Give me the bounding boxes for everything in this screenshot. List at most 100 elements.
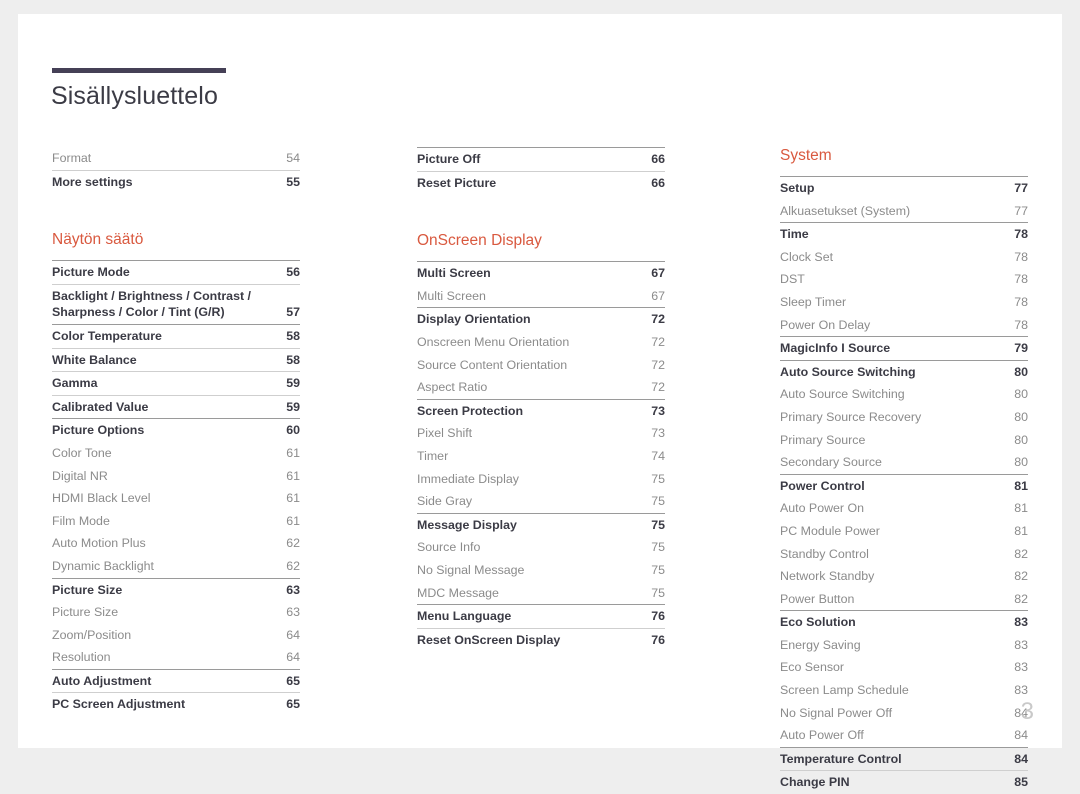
toc-entry-sub[interactable]: Primary Source Recovery 80 bbox=[780, 406, 1028, 429]
toc-entry-page: 85 bbox=[1014, 775, 1028, 790]
toc-entry-sub[interactable]: Auto Motion Plus 62 bbox=[52, 532, 300, 555]
toc-entry-main[interactable]: Time 78 bbox=[780, 223, 1028, 246]
toc-entry-sub[interactable]: Multi Screen 67 bbox=[417, 285, 665, 308]
toc-entry-label: Message Display bbox=[417, 517, 517, 532]
toc-entry-sub[interactable]: Alkuasetukset (System) 77 bbox=[780, 200, 1028, 223]
toc-entry-label: Screen Protection bbox=[417, 403, 524, 418]
toc-entry-sub[interactable]: Clock Set 78 bbox=[780, 246, 1028, 269]
toc-entry-sub[interactable]: No Signal Message 75 bbox=[417, 559, 665, 582]
toc-entry-page: 63 bbox=[286, 582, 300, 597]
toc-entry-label: Change PIN bbox=[780, 775, 850, 790]
toc-group: Backlight / Brightness / Contrast / Shar… bbox=[52, 283, 300, 324]
toc-entry-sub[interactable]: Network Standby 82 bbox=[780, 565, 1028, 588]
toc-entry-sub[interactable]: Power On Delay 78 bbox=[780, 314, 1028, 337]
toc-entry-main[interactable]: White Balance 58 bbox=[52, 349, 300, 372]
toc-entry-sub[interactable]: Immediate Display 75 bbox=[417, 468, 665, 491]
toc-entry-main[interactable]: Temperature Control 84 bbox=[780, 748, 1028, 771]
toc-entry-sub[interactable]: Sleep Timer 78 bbox=[780, 291, 1028, 314]
toc-entry-page: 83 bbox=[1014, 615, 1028, 630]
toc-entry-page: 61 bbox=[286, 468, 300, 483]
toc-entry-sub[interactable]: Screen Lamp Schedule 83 bbox=[780, 679, 1028, 702]
toc-entry-label: Standby Control bbox=[780, 546, 869, 561]
toc-entry-page: 67 bbox=[651, 266, 665, 281]
toc-entry-main[interactable]: Display Orientation 72 bbox=[417, 308, 665, 331]
toc-entry-main[interactable]: PC Screen Adjustment 65 bbox=[52, 693, 300, 716]
toc-entry-page: 81 bbox=[1014, 523, 1028, 538]
toc-entry-main[interactable]: Message Display 75 bbox=[417, 514, 665, 537]
toc-entry-page: 58 bbox=[286, 328, 300, 343]
toc-entry-sub[interactable]: Side Gray 75 bbox=[417, 490, 665, 513]
toc-entry-main[interactable]: Reset OnScreen Display 76 bbox=[417, 629, 665, 652]
toc-entry-main[interactable]: Backlight / Brightness / Contrast / Shar… bbox=[52, 285, 300, 324]
toc-entry-sub[interactable]: Auto Source Switching 80 bbox=[780, 383, 1028, 406]
toc-entry-page: 80 bbox=[1014, 455, 1028, 470]
toc-entry-main[interactable]: Calibrated Value 59 bbox=[52, 396, 300, 419]
toc-entry-main[interactable]: Auto Source Switching 80 bbox=[780, 361, 1028, 384]
toc-entry-label: Eco Sensor bbox=[780, 660, 845, 675]
toc-entry-sub[interactable]: Dynamic Backlight 62 bbox=[52, 555, 300, 578]
toc-entry-sub[interactable]: Eco Sensor 83 bbox=[780, 656, 1028, 679]
toc-entry-sub[interactable]: Source Info 75 bbox=[417, 536, 665, 559]
toc-entry-main[interactable]: Picture Mode 56 bbox=[52, 261, 300, 284]
toc-entry-label: Time bbox=[780, 227, 809, 242]
toc-entry-label: Source Content Orientation bbox=[417, 357, 568, 372]
toc-entry-main[interactable]: Setup 77 bbox=[780, 177, 1028, 200]
toc-entry-main[interactable]: Color Temperature 58 bbox=[52, 325, 300, 348]
toc-entry-sub[interactable]: Zoom/Position 64 bbox=[52, 624, 300, 647]
toc-entry-main[interactable]: Eco Solution 83 bbox=[780, 611, 1028, 634]
toc-entry-sub[interactable]: Primary Source 80 bbox=[780, 429, 1028, 452]
toc-entry-sub[interactable]: PC Module Power 81 bbox=[780, 520, 1028, 543]
toc-entry-sub[interactable]: Energy Saving 83 bbox=[780, 634, 1028, 657]
section-heading: Näytön säätö bbox=[52, 231, 144, 249]
toc-entry-main[interactable]: Reset Picture 66 bbox=[417, 172, 665, 195]
toc-entry-label: Multi Screen bbox=[417, 288, 486, 303]
toc-entry-page: 63 bbox=[286, 605, 300, 620]
toc-entry-page: 80 bbox=[1014, 364, 1028, 379]
toc-entry-sub[interactable]: Aspect Ratio 72 bbox=[417, 376, 665, 399]
toc-entry-main[interactable]: More settings 55 bbox=[52, 171, 300, 194]
toc-entry-sub[interactable]: Source Content Orientation 72 bbox=[417, 354, 665, 377]
toc-entry-sub[interactable]: Timer 74 bbox=[417, 445, 665, 468]
toc-entry-sub[interactable]: Power Button 82 bbox=[780, 588, 1028, 611]
toc-entry-label: Dynamic Backlight bbox=[52, 558, 154, 573]
toc-entry-sub[interactable]: Standby Control 82 bbox=[780, 543, 1028, 566]
toc-entry-main[interactable]: MagicInfo I Source 79 bbox=[780, 337, 1028, 360]
toc-entry-page: 76 bbox=[651, 609, 665, 624]
toc-entry-sub[interactable]: Digital NR 61 bbox=[52, 465, 300, 488]
toc-group: Reset OnScreen Display 76 bbox=[417, 627, 665, 652]
toc-entry-main[interactable]: Auto Adjustment 65 bbox=[52, 670, 300, 693]
toc-entry-sub[interactable]: Picture Size 63 bbox=[52, 601, 300, 624]
toc-entry-sub[interactable]: Format 54 bbox=[52, 147, 300, 170]
toc-entry-page: 61 bbox=[286, 491, 300, 506]
toc-entry-label: Picture Size bbox=[52, 605, 119, 620]
toc-entry-sub[interactable]: Auto Power Off 84 bbox=[780, 724, 1028, 747]
toc-entry-page: 82 bbox=[1014, 569, 1028, 584]
toc-entry-main[interactable]: Picture Size 63 bbox=[52, 579, 300, 602]
toc-entry-sub[interactable]: Film Mode 61 bbox=[52, 510, 300, 533]
toc-entry-sub[interactable]: Auto Power On 81 bbox=[780, 497, 1028, 520]
toc-entry-sub[interactable]: Color Tone 61 bbox=[52, 442, 300, 465]
toc-entry-sub[interactable]: DST 78 bbox=[780, 268, 1028, 291]
section-heading-spacer bbox=[417, 250, 665, 261]
toc-entry-main[interactable]: Picture Off 66 bbox=[417, 148, 665, 171]
toc-entry-sub[interactable]: No Signal Power Off 84 bbox=[780, 702, 1028, 725]
toc-entry-main[interactable]: Change PIN 85 bbox=[780, 771, 1028, 794]
section-heading-spacer bbox=[52, 249, 300, 260]
toc-entry-main[interactable]: Menu Language 76 bbox=[417, 605, 665, 628]
toc-entry-main[interactable]: Picture Options 60 bbox=[52, 419, 300, 442]
toc-entry-label: No Signal Message bbox=[417, 562, 525, 577]
toc-entry-sub[interactable]: HDMI Black Level 61 bbox=[52, 487, 300, 510]
toc-entry-label: Pixel Shift bbox=[417, 426, 473, 441]
toc-entry-main[interactable]: Gamma 59 bbox=[52, 372, 300, 395]
toc-entry-sub[interactable]: Resolution 64 bbox=[52, 646, 300, 669]
toc-entry-sub[interactable]: Secondary Source 80 bbox=[780, 451, 1028, 474]
toc-entry-sub[interactable]: Onscreen Menu Orientation 72 bbox=[417, 331, 665, 354]
toc-entry-main[interactable]: Screen Protection 73 bbox=[417, 400, 665, 423]
toc-entry-sub[interactable]: Pixel Shift 73 bbox=[417, 422, 665, 445]
toc-entry-main[interactable]: Power Control 81 bbox=[780, 475, 1028, 498]
toc-entry-label: Power On Delay bbox=[780, 317, 871, 332]
toc-entry-label: White Balance bbox=[52, 352, 137, 367]
toc-entry-main[interactable]: Multi Screen 67 bbox=[417, 262, 665, 285]
toc-entry-sub[interactable]: MDC Message 75 bbox=[417, 582, 665, 605]
